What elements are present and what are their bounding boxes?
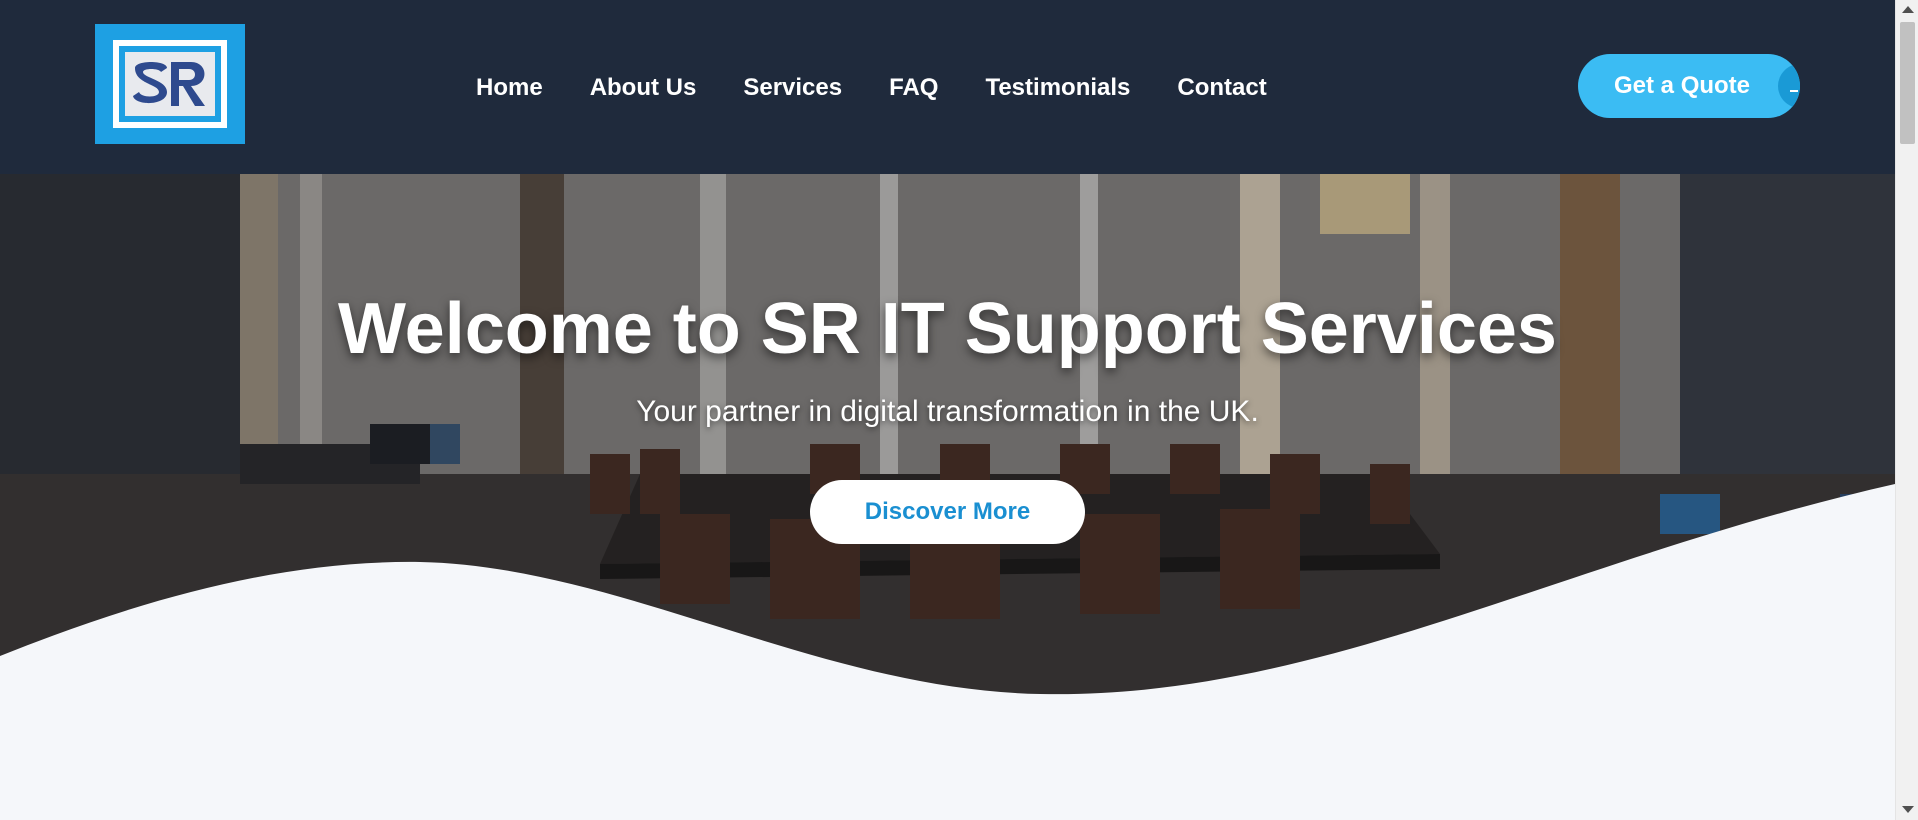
- brand-logo[interactable]: [95, 24, 245, 144]
- nav-home[interactable]: Home: [476, 68, 543, 108]
- nav-faq[interactable]: FAQ: [889, 68, 938, 108]
- site-header: Home About Us Services FAQ Testimonials …: [0, 0, 1895, 174]
- get-a-quote-button[interactable]: Get a Quote: [1578, 54, 1800, 118]
- get-a-quote-label: Get a Quote: [1614, 72, 1751, 99]
- page-viewport: Welcome to SR IT Support Services Your p…: [0, 0, 1895, 820]
- sr-logo-mark-icon: [125, 52, 215, 116]
- nav-services[interactable]: Services: [743, 68, 842, 108]
- main-nav: Home About Us Services FAQ Testimonials …: [476, 68, 1267, 108]
- quote-hover-accent-icon: [1778, 64, 1800, 108]
- nav-contact[interactable]: Contact: [1177, 68, 1266, 108]
- page-scrollbar[interactable]: [1895, 0, 1918, 820]
- scrollbar-thumb[interactable]: [1900, 22, 1915, 144]
- nav-testimonials[interactable]: Testimonials: [985, 68, 1130, 108]
- nav-about-us[interactable]: About Us: [590, 68, 697, 108]
- scroll-up-arrow-icon[interactable]: [1902, 6, 1914, 13]
- scroll-down-arrow-icon[interactable]: [1902, 806, 1914, 813]
